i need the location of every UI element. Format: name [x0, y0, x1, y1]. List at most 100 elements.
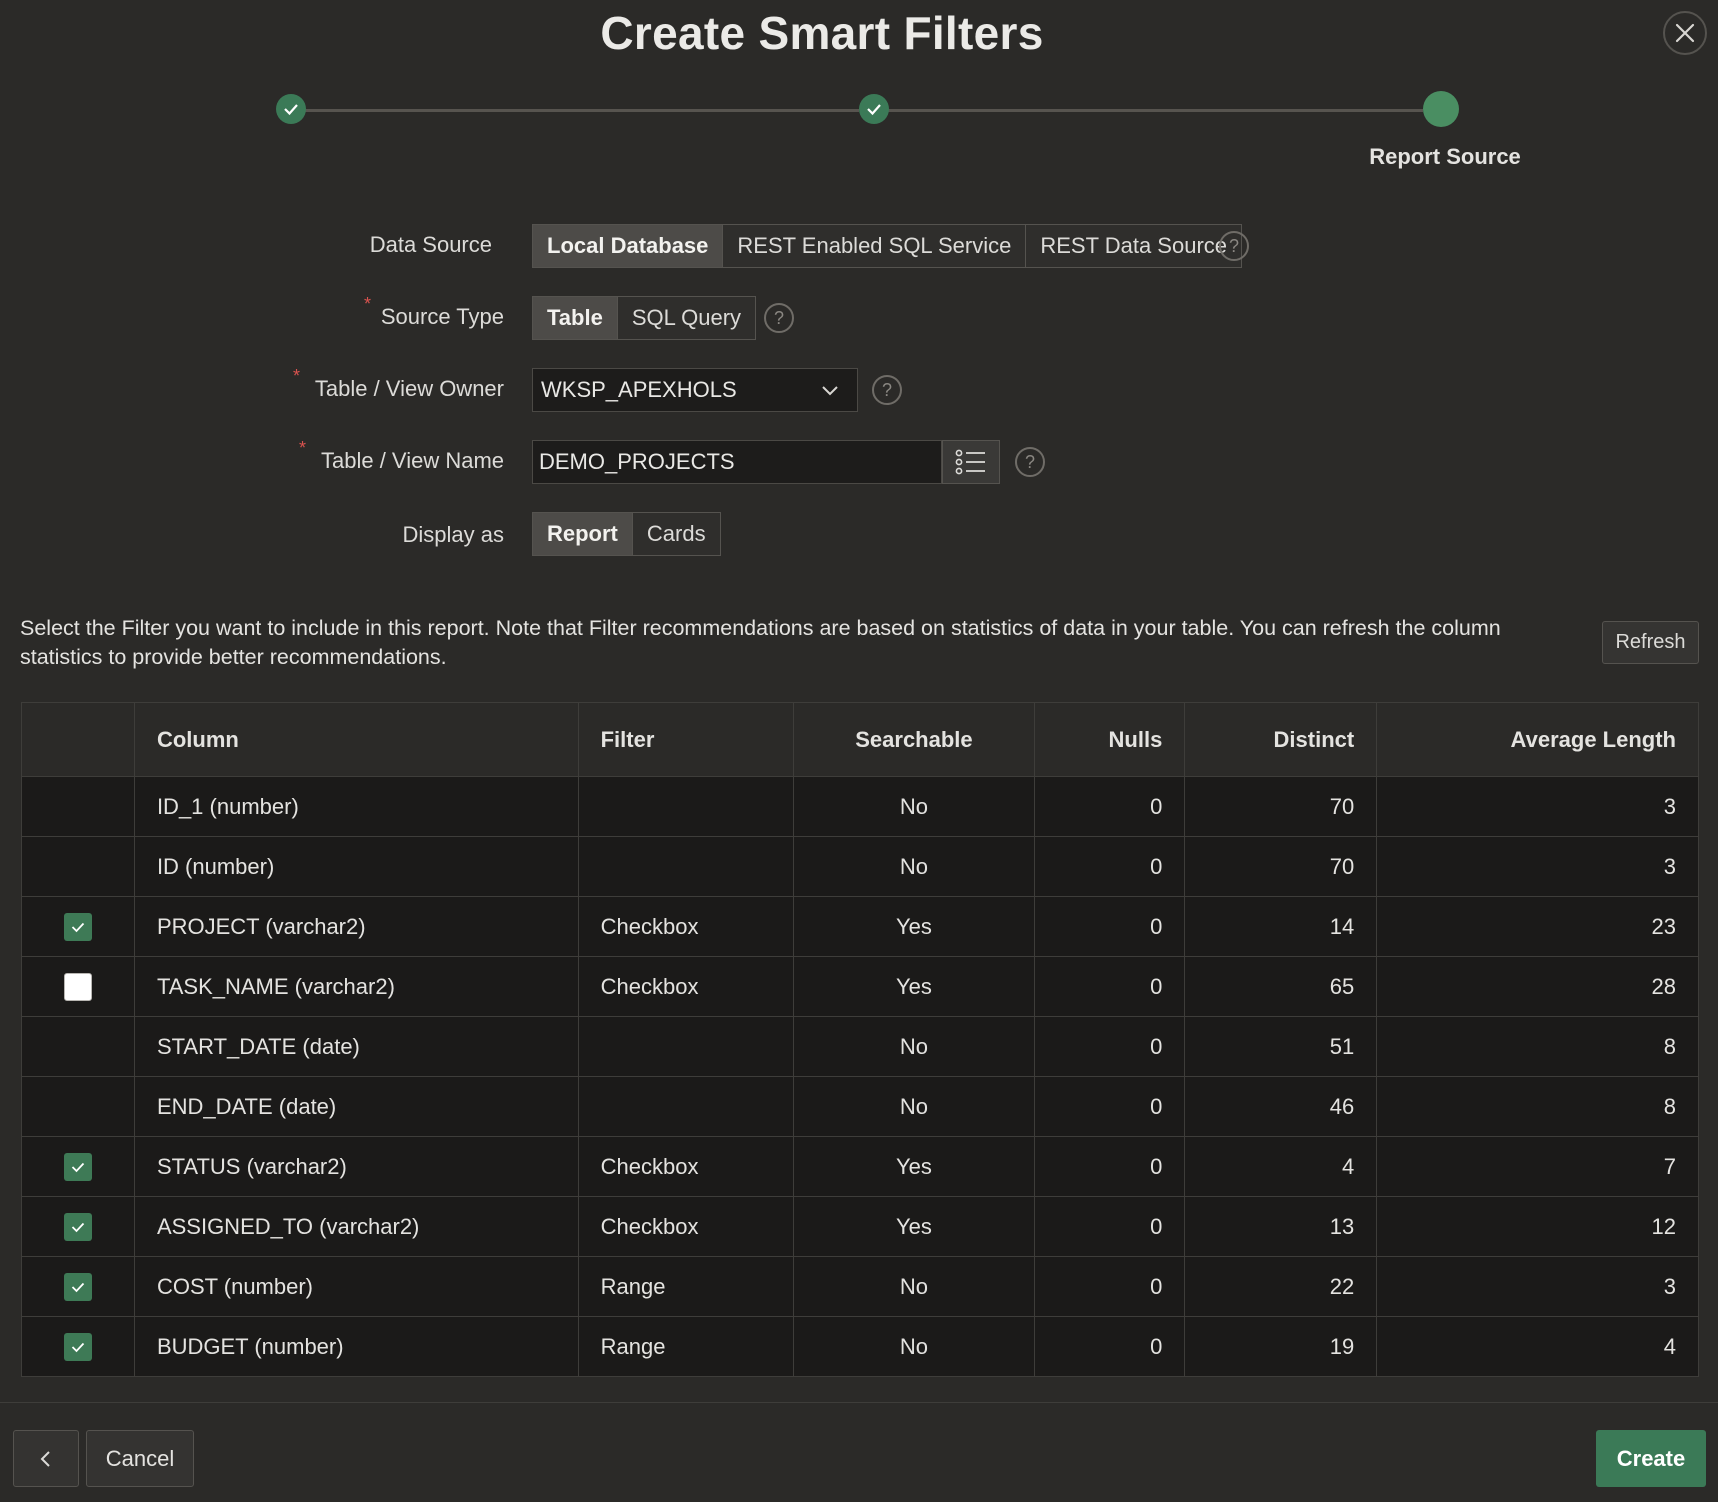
- list-icon: [955, 449, 985, 475]
- table-row: PROJECT (varchar2) Checkbox Yes 0 14 23: [21, 896, 1699, 957]
- previous-button[interactable]: [13, 1430, 79, 1487]
- include-filter-checkbox[interactable]: [63, 1332, 92, 1361]
- searchable-cell: Yes: [792, 1196, 1036, 1257]
- include-filter-checkbox[interactable]: [63, 1212, 92, 1241]
- check-icon: [867, 104, 881, 116]
- table-name-input[interactable]: DEMO_PROJECTS: [532, 440, 942, 484]
- header-nulls[interactable]: Nulls: [1034, 702, 1186, 777]
- average-length-cell: 8: [1376, 1016, 1699, 1077]
- nulls-cell: 0: [1034, 1316, 1186, 1377]
- searchable-cell: Yes: [792, 956, 1036, 1017]
- table-row: START_DATE (date) No 0 51 8: [21, 1016, 1699, 1077]
- cancel-button[interactable]: Cancel: [86, 1430, 194, 1487]
- include-filter-checkbox[interactable]: [63, 912, 92, 941]
- select-cell: [21, 776, 135, 837]
- average-length-cell: 3: [1376, 776, 1699, 837]
- average-length-cell: 7: [1376, 1136, 1699, 1197]
- select-cell: [21, 1136, 135, 1197]
- table-owner-label: Table / View Owner: [314, 376, 504, 401]
- wizard-step-1-complete: [276, 94, 306, 124]
- filter-type-cell: Range: [577, 1256, 794, 1317]
- source-type-option-sql-query[interactable]: SQL Query: [618, 297, 755, 339]
- display-as-label: Display as: [402, 522, 504, 547]
- filter-type-cell: Checkbox: [577, 1136, 794, 1197]
- filter-type-cell: [577, 776, 794, 837]
- filter-type-cell: Checkbox: [577, 956, 794, 1017]
- average-length-cell: 23: [1376, 896, 1699, 957]
- column-name-cell: TASK_NAME (varchar2): [133, 956, 579, 1017]
- select-cell: [21, 1076, 135, 1137]
- close-icon: [1675, 23, 1695, 43]
- include-filter-checkbox[interactable]: [63, 1152, 92, 1181]
- display-as-selector: Report Cards: [532, 512, 721, 556]
- wizard-step-2-complete: [859, 94, 889, 124]
- header-filter[interactable]: Filter: [577, 702, 794, 777]
- searchable-cell: No: [792, 776, 1036, 837]
- nulls-cell: 0: [1034, 1016, 1186, 1077]
- select-cell: [21, 1196, 135, 1257]
- data-source-option-local[interactable]: Local Database: [533, 225, 724, 267]
- include-filter-checkbox[interactable]: [63, 972, 92, 1001]
- average-length-cell: 28: [1376, 956, 1699, 1017]
- data-source-option-rest-data[interactable]: REST Data Source: [1026, 225, 1241, 267]
- column-name-cell: END_DATE (date): [133, 1076, 579, 1137]
- distinct-cell: 22: [1184, 1256, 1378, 1317]
- distinct-cell: 51: [1184, 1016, 1378, 1077]
- display-as-option-cards[interactable]: Cards: [633, 513, 720, 555]
- filter-columns-table: Column Filter Searchable Nulls Distinct …: [21, 702, 1699, 1377]
- column-name-cell: COST (number): [133, 1256, 579, 1317]
- header-searchable[interactable]: Searchable: [792, 702, 1036, 777]
- select-cell: [21, 896, 135, 957]
- average-length-cell: 3: [1376, 836, 1699, 897]
- check-icon: [71, 1282, 85, 1292]
- select-cell: [21, 1016, 135, 1077]
- wizard-connector: [291, 109, 859, 112]
- filter-type-cell: [577, 1076, 794, 1137]
- distinct-cell: 65: [1184, 956, 1378, 1017]
- refresh-button[interactable]: Refresh: [1602, 621, 1699, 664]
- display-as-option-report[interactable]: Report: [533, 513, 633, 555]
- help-icon[interactable]: ?: [872, 375, 902, 405]
- table-row: BUDGET (number) Range No 0 19 4: [21, 1316, 1699, 1377]
- nulls-cell: 0: [1034, 836, 1186, 897]
- header-column[interactable]: Column: [133, 702, 579, 777]
- average-length-cell: 8: [1376, 1076, 1699, 1137]
- help-icon[interactable]: ?: [764, 303, 794, 333]
- table-header-row: Column Filter Searchable Nulls Distinct …: [21, 702, 1699, 777]
- average-length-cell: 12: [1376, 1196, 1699, 1257]
- data-source-option-rest-sql[interactable]: REST Enabled SQL Service: [723, 225, 1027, 267]
- table-row: ID (number) No 0 70 3: [21, 836, 1699, 897]
- table-row: TASK_NAME (varchar2) Checkbox Yes 0 65 28: [21, 956, 1699, 1017]
- help-icon[interactable]: ?: [1219, 231, 1249, 261]
- check-icon: [71, 1342, 85, 1352]
- distinct-cell: 70: [1184, 836, 1378, 897]
- header-average-length[interactable]: Average Length: [1376, 702, 1699, 777]
- nulls-cell: 0: [1034, 896, 1186, 957]
- column-name-cell: BUDGET (number): [133, 1316, 579, 1377]
- filter-type-cell: [577, 836, 794, 897]
- searchable-cell: Yes: [792, 1136, 1036, 1197]
- nulls-cell: 0: [1034, 1256, 1186, 1317]
- nulls-cell: 0: [1034, 1136, 1186, 1197]
- wizard-current-step-label: Report Source: [1369, 144, 1521, 169]
- create-button[interactable]: Create: [1596, 1430, 1706, 1487]
- include-filter-checkbox[interactable]: [63, 1272, 92, 1301]
- table-row: END_DATE (date) No 0 46 8: [21, 1076, 1699, 1137]
- table-name-list-button[interactable]: [942, 440, 1000, 484]
- select-cell: [21, 1256, 135, 1317]
- source-type-option-table[interactable]: Table: [533, 297, 618, 339]
- help-icon[interactable]: ?: [1015, 447, 1045, 477]
- check-icon: [71, 1162, 85, 1172]
- distinct-cell: 14: [1184, 896, 1378, 957]
- distinct-cell: 46: [1184, 1076, 1378, 1137]
- column-name-cell: ID (number): [133, 836, 579, 897]
- searchable-cell: No: [792, 1076, 1036, 1137]
- table-owner-value: WKSP_APEXHOLS: [541, 377, 737, 402]
- header-distinct[interactable]: Distinct: [1184, 702, 1378, 777]
- distinct-cell: 4: [1184, 1136, 1378, 1197]
- close-button[interactable]: [1663, 11, 1707, 55]
- table-owner-select[interactable]: WKSP_APEXHOLS: [532, 368, 858, 412]
- filter-type-cell: [577, 1016, 794, 1077]
- nulls-cell: 0: [1034, 1196, 1186, 1257]
- header-select: [21, 702, 135, 777]
